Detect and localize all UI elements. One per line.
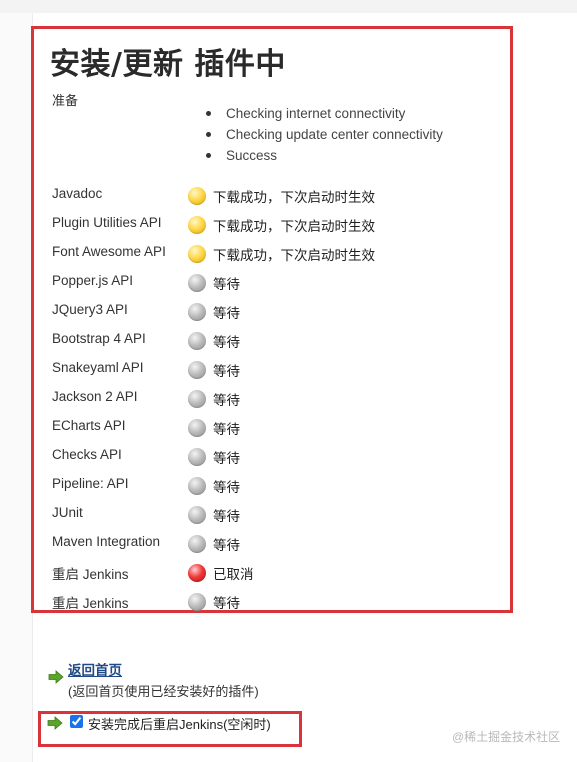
plugin-status-list: Javadoc 下载成功，下次启动时生效 Plugin Utilities API 下… <box>52 180 492 615</box>
bullet-icon <box>206 153 211 158</box>
check-item: Checking internet connectivity <box>206 103 443 124</box>
plugin-name: Snakeyaml API <box>52 360 144 375</box>
plugin-name: Plugin Utilities API <box>52 215 162 230</box>
bullet-icon <box>206 132 211 137</box>
plugin-name: JQuery3 API <box>52 302 128 317</box>
plugin-status-text: 等待 <box>213 393 240 408</box>
check-item-text: Checking update center connectivity <box>226 127 443 142</box>
plugin-status-text: 等待 <box>213 306 240 321</box>
status-grey-ball-icon <box>188 361 206 379</box>
plugin-row: Pipeline: API 等待 <box>52 470 492 499</box>
check-item-text: Checking internet connectivity <box>226 106 406 121</box>
plugin-status-text: 等待 <box>213 364 240 379</box>
plugin-status-text: 等待 <box>213 509 240 524</box>
status-grey-ball-icon <box>188 303 206 321</box>
plugin-row: Jackson 2 API 等待 <box>52 383 492 412</box>
plugin-name: JUnit <box>52 505 83 520</box>
plugin-row: Checks API 等待 <box>52 441 492 470</box>
status-yellow-ball-icon <box>188 216 206 234</box>
side-panel <box>0 13 33 762</box>
plugin-row: Maven Integration 等待 <box>52 528 492 557</box>
status-grey-ball-icon <box>188 535 206 553</box>
plugin-row: Javadoc 下载成功，下次启动时生效 <box>52 180 492 209</box>
plugin-name: Maven Integration <box>52 534 161 549</box>
plugin-name: Pipeline: API <box>52 476 129 491</box>
plugin-row: JUnit 等待 <box>52 499 492 528</box>
plugin-status-text: 已取消 <box>213 567 254 582</box>
plugin-name: ECharts API <box>52 418 126 433</box>
status-grey-ball-icon <box>188 477 206 495</box>
plugin-name: Bootstrap 4 API <box>52 331 146 346</box>
back-to-home-link[interactable]: 返回首页 <box>68 659 122 679</box>
prepare-label: 准备 <box>52 93 79 108</box>
plugin-status-text: 等待 <box>213 335 240 350</box>
plugin-name: 重启 Jenkins <box>52 567 129 582</box>
plugin-status-text: 下载成功，下次启动时生效 <box>213 219 375 234</box>
plugin-row: Snakeyaml API 等待 <box>52 354 492 383</box>
plugin-row: 重启 Jenkins 已取消 <box>52 557 492 586</box>
plugin-status-text: 下载成功，下次启动时生效 <box>213 248 375 263</box>
plugin-name: Javadoc <box>52 186 103 201</box>
plugin-status-text: 等待 <box>213 277 240 292</box>
connectivity-check-list: Checking internet connectivity Checking … <box>206 103 443 166</box>
plugin-name: Jackson 2 API <box>52 389 138 404</box>
check-item: Success <box>206 145 443 166</box>
plugin-name: Font Awesome API <box>52 244 166 259</box>
restart-when-idle-label[interactable]: 安装完成后重启Jenkins(空闲时) <box>88 714 271 733</box>
watermark-text: @稀土掘金技术社区 <box>452 730 561 744</box>
status-yellow-ball-icon <box>188 245 206 263</box>
plugin-status-text: 下载成功，下次启动时生效 <box>213 190 375 205</box>
plugin-status-text: 等待 <box>213 451 240 466</box>
plugin-row: Bootstrap 4 API 等待 <box>52 325 492 354</box>
back-to-home-description: (返回首页使用已经安装好的插件) <box>68 684 259 699</box>
green-arrow-icon <box>48 670 64 684</box>
status-grey-ball-icon <box>188 506 206 524</box>
check-item-text: Success <box>226 148 278 163</box>
top-bar <box>0 0 577 13</box>
status-grey-ball-icon <box>188 332 206 350</box>
plugin-status-text: 等待 <box>213 596 240 611</box>
restart-when-idle-checkbox[interactable] <box>70 715 83 728</box>
plugin-name: Popper.js API <box>52 273 134 288</box>
plugin-row: Popper.js API 等待 <box>52 267 492 296</box>
status-grey-ball-icon <box>188 593 206 611</box>
status-red-ball-icon <box>188 564 206 582</box>
plugin-row: ECharts API 等待 <box>52 412 492 441</box>
status-yellow-ball-icon <box>188 187 206 205</box>
plugin-row: Font Awesome API 下载成功，下次启动时生效 <box>52 238 492 267</box>
plugin-name: 重启 Jenkins <box>52 596 129 611</box>
check-item: Checking update center connectivity <box>206 124 443 145</box>
status-grey-ball-icon <box>188 274 206 292</box>
plugin-status-text: 等待 <box>213 538 240 553</box>
plugin-status-text: 等待 <box>213 422 240 437</box>
plugin-row: JQuery3 API 等待 <box>52 296 492 325</box>
status-grey-ball-icon <box>188 390 206 408</box>
plugin-name: Checks API <box>52 447 122 462</box>
status-grey-ball-icon <box>188 448 206 466</box>
green-arrow-icon <box>47 716 63 730</box>
page-title: 安装/更新 插件中 <box>50 47 286 82</box>
plugin-row: 重启 Jenkins 等待 <box>52 586 492 615</box>
bullet-icon <box>206 111 211 116</box>
plugin-row: Plugin Utilities API 下载成功，下次启动时生效 <box>52 209 492 238</box>
plugin-status-text: 等待 <box>213 480 240 495</box>
install-progress-panel: 安装/更新 插件中 准备 Checking internet connectiv… <box>31 26 513 613</box>
status-grey-ball-icon <box>188 419 206 437</box>
